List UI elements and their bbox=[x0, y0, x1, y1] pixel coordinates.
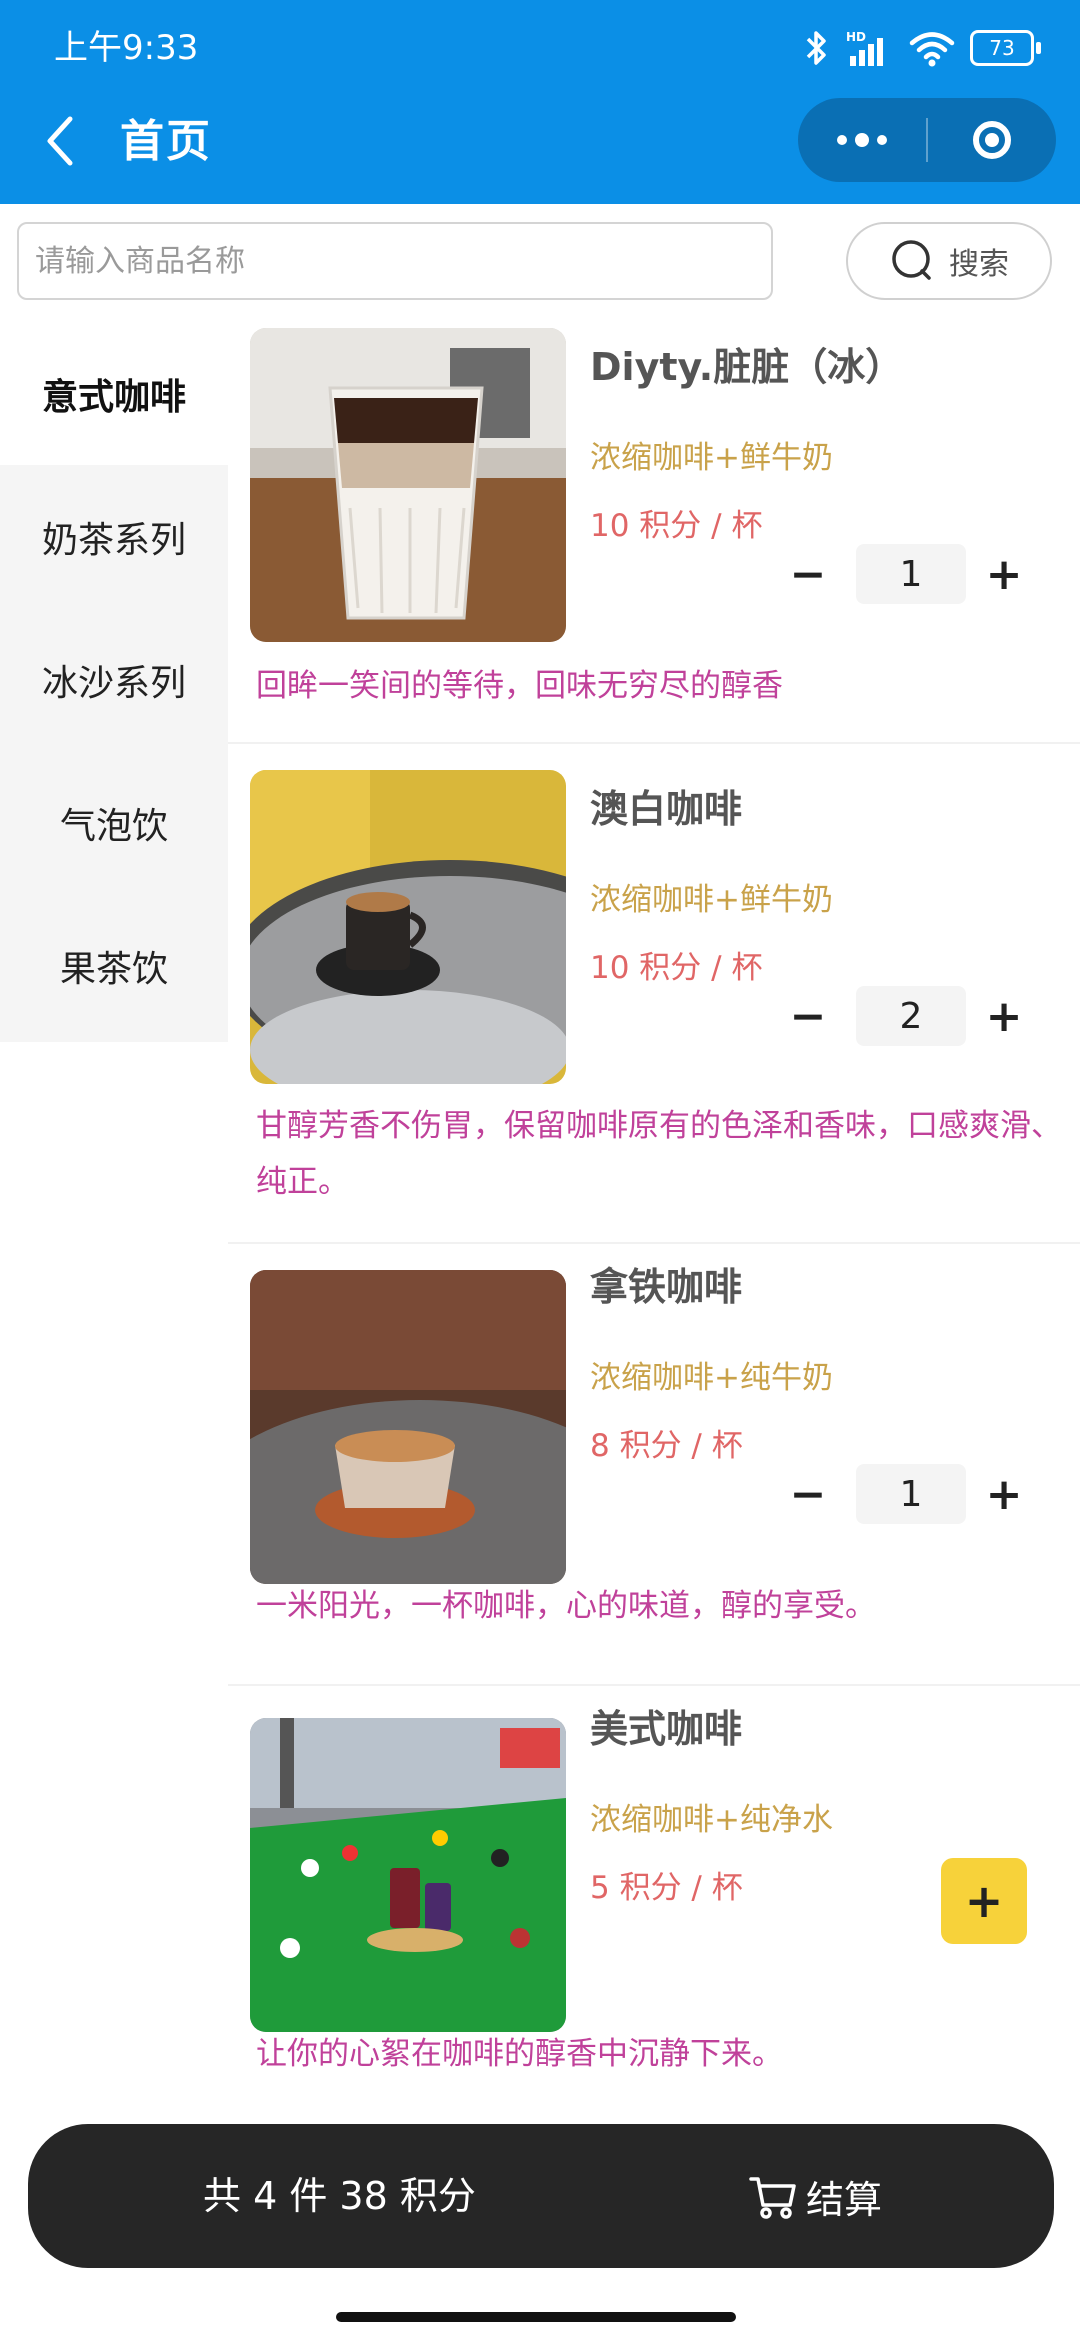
search-icon bbox=[892, 240, 931, 280]
status-icons: HD 73 bbox=[804, 22, 1041, 74]
increase-button[interactable]: + bbox=[964, 544, 1044, 604]
quantity-stepper: − 1 + bbox=[768, 1464, 1038, 1524]
product-card: 美式咖啡 浓缩咖啡+纯净水 5 积分 / 杯 + 让你的心絮在咖啡的醇香中沉静下… bbox=[228, 1684, 1080, 2104]
increase-button[interactable]: + bbox=[964, 986, 1044, 1046]
checkout-label: 结算 bbox=[806, 2177, 883, 2222]
plus-icon: + bbox=[964, 1874, 1004, 1928]
product-card: 澳白咖啡 浓缩咖啡+鲜牛奶 10 积分 / 杯 − 2 + 甘醇芳香不伤胃，保留… bbox=[228, 742, 1080, 1244]
checkout-bar: 共 4 件 38 积分 结算 bbox=[28, 2124, 1054, 2268]
decrease-button[interactable]: − bbox=[768, 1464, 848, 1524]
signal-icon: HD bbox=[846, 30, 883, 66]
more-dot-icon bbox=[877, 135, 887, 145]
product-slogan: 甘醇芳香不伤胃，保留咖啡原有的色泽和香味，口感爽滑、纯正。 bbox=[256, 1108, 1062, 1200]
latte-photo bbox=[250, 1270, 566, 1584]
product-slogan: 让你的心絮在咖啡的醇香中沉静下来。 bbox=[256, 2036, 783, 2072]
search-input[interactable] bbox=[17, 222, 773, 300]
dirty-coffee-photo bbox=[250, 328, 566, 642]
product-name: 美式咖啡 bbox=[590, 1707, 743, 1751]
category-item-sparkling[interactable]: 气泡饮 bbox=[0, 751, 228, 894]
product-image[interactable] bbox=[250, 1718, 566, 2032]
quantity-value[interactable]: 1 bbox=[856, 1464, 966, 1524]
search-button[interactable]: 搜索 bbox=[846, 222, 1052, 300]
category-item-smoothie[interactable]: 冰沙系列 bbox=[0, 608, 228, 751]
product-slogan: 一米阳光，一杯咖啡，心的味道，醇的享受。 bbox=[256, 1588, 876, 1624]
product-image[interactable] bbox=[250, 328, 566, 642]
search-button-label: 搜索 bbox=[949, 247, 1009, 282]
product-slogan: 回眸一笑间的等待，回味无穷尽的醇香 bbox=[256, 668, 783, 704]
bluetooth-icon bbox=[806, 31, 826, 65]
product-price: 5 积分 / 杯 bbox=[590, 1870, 743, 1906]
quantity-value[interactable]: 1 bbox=[856, 544, 966, 604]
more-dot-icon bbox=[837, 135, 847, 145]
category-sidebar: 意式咖啡 奶茶系列 冰沙系列 气泡饮 果茶饮 bbox=[0, 322, 228, 1042]
more-button[interactable] bbox=[798, 98, 926, 182]
back-button[interactable] bbox=[34, 108, 84, 174]
product-ingredients: 浓缩咖啡+鲜牛奶 bbox=[590, 440, 833, 476]
product-ingredients: 浓缩咖啡+纯牛奶 bbox=[590, 1360, 833, 1396]
target-icon bbox=[973, 121, 1011, 159]
product-image[interactable] bbox=[250, 1270, 566, 1584]
product-price: 10 积分 / 杯 bbox=[590, 950, 763, 986]
category-item-fruit-tea[interactable]: 果茶饮 bbox=[0, 894, 228, 1037]
home-indicator[interactable] bbox=[336, 2312, 736, 2322]
quantity-stepper: − 2 + bbox=[768, 986, 1038, 1046]
product-name: 拿铁咖啡 bbox=[590, 1265, 743, 1309]
battery-indicator: 73 bbox=[970, 30, 1041, 66]
more-dot-icon bbox=[855, 133, 869, 147]
product-image[interactable] bbox=[250, 770, 566, 1084]
close-mini-program-button[interactable] bbox=[928, 98, 1056, 182]
svg-text:HD: HD bbox=[846, 30, 866, 44]
product-ingredients: 浓缩咖啡+纯净水 bbox=[590, 1802, 833, 1838]
flat-white-photo bbox=[250, 770, 566, 1084]
quantity-value[interactable]: 2 bbox=[856, 986, 966, 1046]
category-item-espresso[interactable]: 意式咖啡 bbox=[0, 322, 228, 465]
wifi-icon bbox=[909, 32, 955, 67]
cart-icon bbox=[749, 2177, 796, 2219]
product-ingredients: 浓缩咖啡+鲜牛奶 bbox=[590, 882, 833, 918]
status-time: 上午9:33 bbox=[54, 28, 199, 68]
product-name: 澳白咖啡 bbox=[590, 787, 743, 831]
product-price: 8 积分 / 杯 bbox=[590, 1428, 743, 1464]
product-card: Diyty.脏脏（冰） 浓缩咖啡+鲜牛奶 10 积分 / 杯 − 1 + 回眸一… bbox=[228, 322, 1080, 744]
product-name: Diyty.脏脏（冰） bbox=[590, 345, 904, 389]
add-to-cart-button[interactable]: + bbox=[941, 1858, 1027, 1944]
decrease-button[interactable]: − bbox=[768, 544, 848, 604]
product-price: 10 积分 / 杯 bbox=[590, 508, 763, 544]
product-card: 拿铁咖啡 浓缩咖啡+纯牛奶 8 积分 / 杯 − 1 + 一米阳光，一杯咖啡，心… bbox=[228, 1242, 1080, 1686]
mini-program-capsule bbox=[798, 98, 1056, 182]
cart-total: 共 4 件 38 积分 bbox=[203, 2174, 476, 2218]
quantity-stepper: − 1 + bbox=[768, 544, 1038, 604]
category-item-milk-tea[interactable]: 奶茶系列 bbox=[0, 465, 228, 608]
chevron-left-icon bbox=[47, 116, 73, 166]
increase-button[interactable]: + bbox=[964, 1464, 1044, 1524]
decrease-button[interactable]: − bbox=[768, 986, 848, 1046]
checkout-button[interactable]: 结算 bbox=[748, 2124, 882, 2268]
app-header: 上午9:33 HD 73 首页 bbox=[0, 0, 1080, 204]
page-title: 首页 bbox=[120, 116, 212, 167]
americano-photo bbox=[250, 1718, 566, 2032]
